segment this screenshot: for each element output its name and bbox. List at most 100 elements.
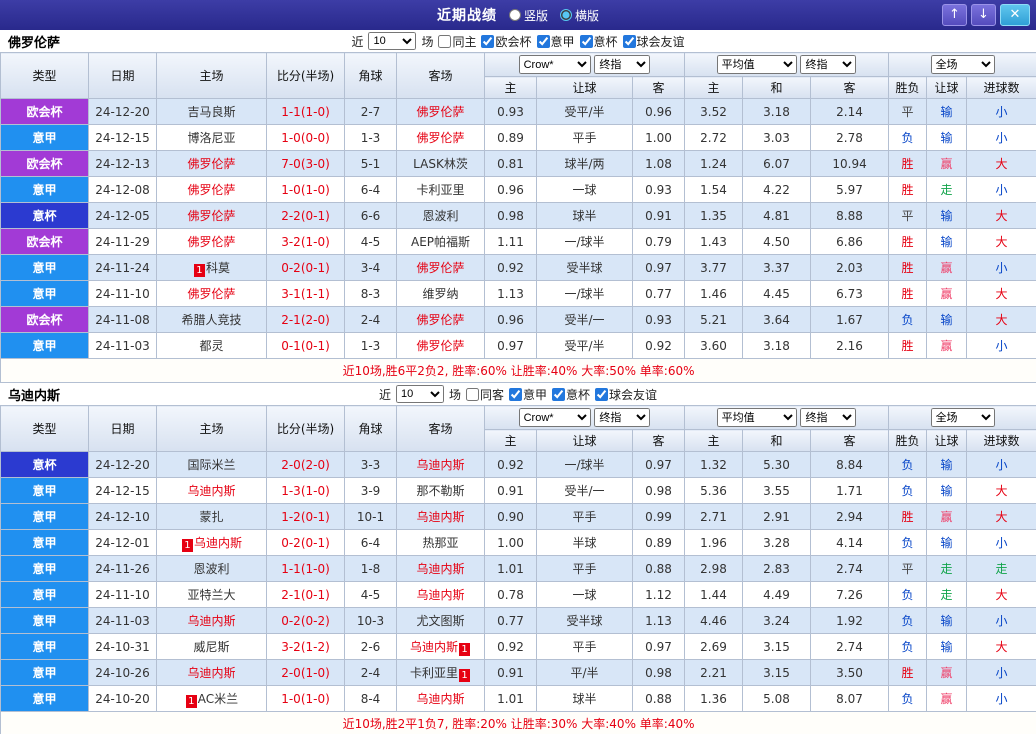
match-row: 意甲24-11-03都灵0-1(0-1)1-3佛罗伦萨0.97受平/半0.923… [1,333,1036,359]
goals-result-cell: 走 [967,556,1036,582]
handicap-result-cell: 赢 [927,686,967,712]
recent-results-panel: { "titlebar": { "title": "近期战绩", "radios… [0,0,1036,734]
team-name-text: 蒙扎 [199,510,223,524]
filter-toggle[interactable]: 球会友谊 [595,386,657,403]
away-team-cell: 维罗纳 [397,281,485,307]
odds-group-header: Crow* 终指 [485,53,685,77]
score-cell: 0-2(0-1) [267,530,345,556]
section-header-udinese: 乌迪内斯 近10场同客意甲意杯球会友谊 [0,383,1036,405]
avg-type-select[interactable]: 平均值 [717,408,797,427]
col-handicap-result: 让球 [927,430,967,452]
home-odds-cell: 1.01 [485,686,537,712]
avg-away-cell: 2.94 [811,504,889,530]
filter-toggle[interactable]: 同主 [438,33,476,50]
vertical-radio-input[interactable] [509,9,521,21]
odds-company-select[interactable]: Crow* [519,55,591,74]
avg-home-cell: 4.46 [685,608,743,634]
match-row: 意甲24-12-15乌迪内斯1-3(1-0)3-9那不勒斯0.91受半/一0.9… [1,478,1036,504]
team-name-text: 维罗纳 [422,287,458,301]
handicap-result-cell: 输 [927,634,967,660]
home-odds-cell: 0.96 [485,307,537,333]
team-name-text: 乌迪内斯 [416,692,464,706]
handicap-result-cell: 输 [927,99,967,125]
filter-checkbox[interactable] [438,35,451,48]
close-button[interactable]: ✕ [1000,4,1030,26]
handicap-result-cell: 走 [927,582,967,608]
home-team-cell: 国际米兰 [157,452,267,478]
filter-checkbox[interactable] [595,388,608,401]
filter-toggle[interactable]: 球会友谊 [623,33,685,50]
results-tbody: 意杯24-12-20国际米兰2-0(2-0)3-3乌迪内斯0.92一/球半0.9… [1,452,1036,712]
corner-cell: 1-8 [345,556,397,582]
fulltime-select[interactable]: 全场 [931,408,995,427]
avg-type-select[interactable]: 平均值 [717,55,797,74]
league-cell: 意杯 [1,203,89,229]
avg-draw-cell: 4.45 [743,281,811,307]
handicap-cell: 平手 [537,556,633,582]
league-cell: 意杯 [1,452,89,478]
filter-checkbox[interactable] [580,35,593,48]
wdl-result-cell: 胜 [889,177,927,203]
odds-stage-select[interactable]: 终指 [594,55,650,74]
horizontal-radio-input[interactable] [560,9,572,21]
filter-toggle[interactable]: 同客 [466,386,504,403]
corner-cell: 3-9 [345,478,397,504]
filter-toggle[interactable]: 意杯 [580,33,618,50]
home-team-cell: 佛罗伦萨 [157,203,267,229]
avg-home-cell: 1.96 [685,530,743,556]
filter-checkbox[interactable] [509,388,522,401]
avg-home-cell: 2.71 [685,504,743,530]
titlebar-buttons: ↑ ↓ ✕ [942,4,1030,26]
section-header-fiorentina: 佛罗伦萨 近10场同主欧会杯意甲意杯球会友谊 [0,30,1036,52]
filter-toggle[interactable]: 意甲 [537,33,575,50]
avg-away-cell: 6.86 [811,229,889,255]
layout-radio-vertical[interactable]: 竖版 [509,7,548,24]
col-date: 日期 [89,406,157,452]
odds-company-select[interactable]: Crow* [519,408,591,427]
filter-checkbox[interactable] [537,35,550,48]
corner-cell: 2-4 [345,307,397,333]
move-down-button[interactable]: ↓ [971,4,996,26]
recent-count-select[interactable]: 10 [368,32,416,50]
filter-checkbox[interactable] [481,35,494,48]
filter-checkbox[interactable] [623,35,636,48]
date-cell: 24-11-03 [89,333,157,359]
filter-toggle[interactable]: 意甲 [509,386,547,403]
avg-away-cell: 7.26 [811,582,889,608]
avg-home-cell: 2.69 [685,634,743,660]
filter-toggle-label: 同客 [480,386,504,403]
red-card-badge: 1 [186,695,197,708]
recent-count-select[interactable]: 10 [396,385,444,403]
avg-stage-select[interactable]: 终指 [800,55,856,74]
filter-toggle[interactable]: 意杯 [552,386,590,403]
col-odds-away: 客 [633,430,685,452]
date-cell: 24-12-08 [89,177,157,203]
odds-stage-select[interactable]: 终指 [594,408,650,427]
filter-checkbox[interactable] [466,388,479,401]
avg-stage-select[interactable]: 终指 [800,408,856,427]
team-name-text: 亚特兰大 [187,588,235,602]
handicap-cell: 一/球半 [537,452,633,478]
corner-cell: 8-3 [345,281,397,307]
match-row: 意杯24-12-05佛罗伦萨2-2(0-1)6-6恩波利0.98球半0.911.… [1,203,1036,229]
goals-result-cell: 大 [967,307,1036,333]
goals-result-cell: 大 [967,634,1036,660]
col-away: 客场 [397,406,485,452]
avg-home-cell: 2.21 [685,660,743,686]
move-up-button[interactable]: ↑ [942,4,967,26]
handicap-cell: 平手 [537,634,633,660]
corner-cell: 2-7 [345,99,397,125]
avg-draw-cell: 3.18 [743,99,811,125]
filter-checkbox[interactable] [552,388,565,401]
odds-group-header: Crow* 终指 [485,406,685,430]
fulltime-select[interactable]: 全场 [931,55,995,74]
filter-toggle[interactable]: 欧会杯 [481,33,531,50]
match-row: 意甲24-12-10蒙扎1-2(0-1)10-1乌迪内斯0.90平手0.992.… [1,504,1036,530]
col-date: 日期 [89,53,157,99]
avg-draw-cell: 4.22 [743,177,811,203]
layout-radio-horizontal[interactable]: 横版 [560,7,599,24]
filter-toggle-label: 欧会杯 [495,33,531,50]
corner-cell: 3-3 [345,452,397,478]
home-team-cell: 恩波利 [157,556,267,582]
home-odds-cell: 1.01 [485,556,537,582]
